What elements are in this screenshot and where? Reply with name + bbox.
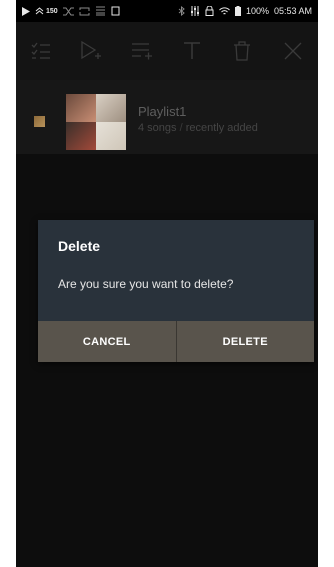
rename-icon[interactable] <box>174 33 210 69</box>
hires-label: 150 <box>46 7 58 15</box>
cancel-button[interactable]: CANCEL <box>38 321 176 362</box>
playlist-list: Playlist1 4 songs / recently added <box>16 80 318 154</box>
equalizer-icon <box>95 6 106 16</box>
playlist-artwork <box>66 94 126 150</box>
repeat-icon <box>79 7 90 16</box>
action-toolbar <box>16 22 318 80</box>
playlist-checkbox[interactable] <box>34 116 45 127</box>
wifi-icon <box>219 6 230 16</box>
eq-sliders-icon <box>190 6 200 16</box>
delete-button[interactable]: DELETE <box>176 321 314 362</box>
playlist-song-count: 4 songs <box>138 122 177 134</box>
dialog-buttons: CANCEL DELETE <box>38 321 314 362</box>
playlist-row[interactable]: Playlist1 4 songs / recently added <box>16 92 318 152</box>
status-bar: 150 100% 05:53 AM <box>16 0 318 22</box>
copy-icon <box>111 6 120 16</box>
play-icon <box>22 6 30 16</box>
clock: 05:53 AM <box>273 6 312 16</box>
dialog-title: Delete <box>58 238 101 254</box>
select-all-icon[interactable] <box>23 33 59 69</box>
playlist-title: Playlist1 <box>138 104 187 119</box>
add-to-queue-icon[interactable] <box>124 33 160 69</box>
delete-dialog: Delete Are you sure you want to delete? … <box>38 220 314 362</box>
battery-icon <box>234 6 241 16</box>
close-icon[interactable] <box>275 33 311 69</box>
play-add-icon[interactable] <box>73 33 109 69</box>
shuffle-icon <box>62 7 74 16</box>
device-screen: 150 100% 05:53 AM Playlist1 4 songs / re… <box>16 0 318 567</box>
bluetooth-icon <box>178 6 185 16</box>
lock-icon <box>205 6 214 16</box>
hires-icon <box>35 6 44 16</box>
playlist-sort-label: recently added <box>185 122 258 134</box>
dialog-message: Are you sure you want to delete? <box>58 277 234 291</box>
playlist-subtitle: 4 songs / recently added <box>138 122 258 134</box>
battery-percent: 100% <box>245 6 269 16</box>
delete-icon[interactable] <box>224 33 260 69</box>
subtitle-separator: / <box>179 122 183 134</box>
